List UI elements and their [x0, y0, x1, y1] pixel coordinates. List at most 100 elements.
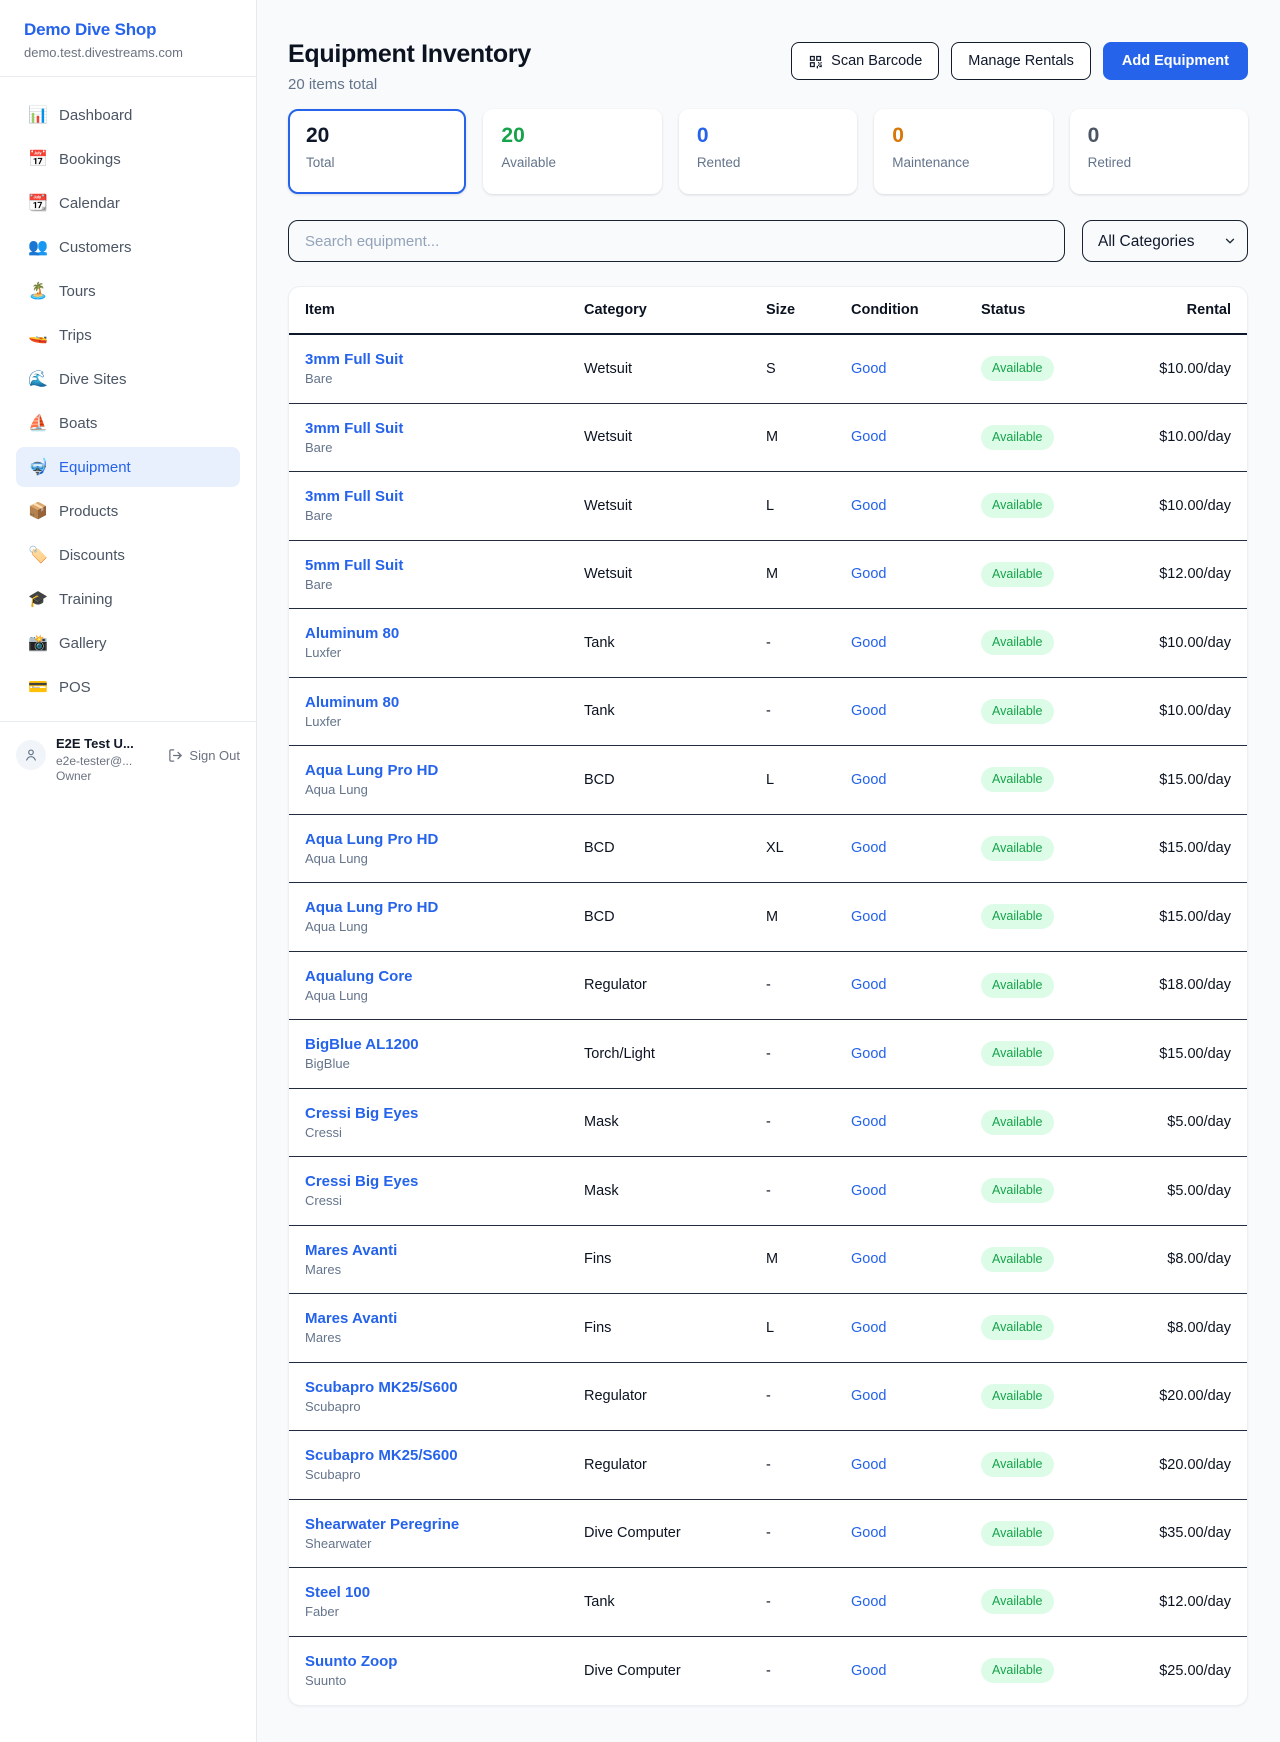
sidebar-item-label: Dive Sites: [59, 371, 127, 388]
tours-icon: 🏝️: [28, 281, 48, 301]
item-brand: Scubapro: [305, 1467, 584, 1482]
item-brand: Bare: [305, 440, 584, 455]
condition-link[interactable]: Good: [851, 772, 981, 788]
sidebar-item-pos[interactable]: 💳 POS: [16, 667, 240, 707]
item-cell: Mares Avanti Mares: [305, 1310, 584, 1345]
condition-link[interactable]: Good: [851, 498, 981, 514]
condition-link[interactable]: Good: [851, 1114, 981, 1130]
item-name-link[interactable]: Shearwater Peregrine: [305, 1516, 584, 1533]
stat-label: Maintenance: [892, 155, 1034, 170]
table-row: Cressi Big Eyes Cressi Mask - Good Avail…: [289, 1089, 1247, 1158]
condition-link[interactable]: Good: [851, 977, 981, 993]
scan-barcode-label: Scan Barcode: [831, 53, 922, 69]
gallery-icon: 📸: [28, 633, 48, 653]
stat-value: 0: [697, 124, 839, 148]
sidebar-item-products[interactable]: 📦 Products: [16, 491, 240, 531]
stat-card[interactable]: 20 Available: [483, 109, 661, 194]
user-meta: E2E Test U... e2e-tester@... Owner: [56, 736, 134, 784]
condition-link[interactable]: Good: [851, 1663, 981, 1679]
item-cell: Aluminum 80 Luxfer: [305, 694, 584, 729]
item-name-link[interactable]: Steel 100: [305, 1584, 584, 1601]
condition-link[interactable]: Good: [851, 429, 981, 445]
item-name-link[interactable]: Aqua Lung Pro HD: [305, 899, 584, 916]
condition-link[interactable]: Good: [851, 1046, 981, 1062]
condition-link[interactable]: Good: [851, 1251, 981, 1267]
item-brand: Bare: [305, 508, 584, 523]
category-cell: BCD: [584, 772, 766, 788]
item-name-link[interactable]: 3mm Full Suit: [305, 488, 584, 505]
item-name-link[interactable]: Cressi Big Eyes: [305, 1173, 584, 1190]
category-cell: Fins: [584, 1320, 766, 1336]
condition-link[interactable]: Good: [851, 1525, 981, 1541]
sidebar-user-section: E2E Test U... e2e-tester@... Owner Sign …: [0, 721, 256, 798]
item-name-link[interactable]: Aluminum 80: [305, 625, 584, 642]
sidebar-item-customers[interactable]: 👥 Customers: [16, 227, 240, 267]
item-name-link[interactable]: 5mm Full Suit: [305, 557, 584, 574]
user-email: e2e-tester@...: [56, 754, 134, 769]
sidebar-item-label: Dashboard: [59, 107, 132, 124]
stat-value: 20: [306, 124, 448, 148]
stat-card[interactable]: 0 Maintenance: [874, 109, 1052, 194]
item-name-link[interactable]: 3mm Full Suit: [305, 351, 584, 368]
search-input[interactable]: [288, 220, 1065, 262]
item-name-link[interactable]: BigBlue AL1200: [305, 1036, 584, 1053]
item-name-link[interactable]: Suunto Zoop: [305, 1653, 584, 1670]
sidebar-item-bookings[interactable]: 📅 Bookings: [16, 139, 240, 179]
sidebar-item-equipment[interactable]: 🤿 Equipment: [16, 447, 240, 487]
sidebar-item-label: POS: [59, 679, 91, 696]
table-row: Mares Avanti Mares Fins L Good Available…: [289, 1294, 1247, 1363]
category-select[interactable]: All Categories: [1082, 220, 1248, 262]
products-icon: 📦: [28, 501, 48, 521]
condition-link[interactable]: Good: [851, 909, 981, 925]
condition-link[interactable]: Good: [851, 1183, 981, 1199]
stat-card[interactable]: 0 Rented: [679, 109, 857, 194]
size-cell: M: [766, 429, 851, 445]
item-name-link[interactable]: Aqua Lung Pro HD: [305, 831, 584, 848]
condition-link[interactable]: Good: [851, 703, 981, 719]
size-cell: L: [766, 1320, 851, 1336]
sidebar-item-label: Training: [59, 591, 113, 608]
status-cell: Available: [981, 1521, 1141, 1546]
sidebar-item-calendar[interactable]: 📆 Calendar: [16, 183, 240, 223]
item-name-link[interactable]: Mares Avanti: [305, 1310, 584, 1327]
sign-out-button[interactable]: Sign Out: [168, 736, 240, 763]
item-name-link[interactable]: Aqualung Core: [305, 968, 584, 985]
stat-card[interactable]: 0 Retired: [1070, 109, 1248, 194]
manage-rentals-button[interactable]: Manage Rentals: [951, 42, 1091, 80]
condition-link[interactable]: Good: [851, 840, 981, 856]
manage-rentals-label: Manage Rentals: [968, 53, 1074, 69]
stat-card[interactable]: 20 Total: [288, 109, 466, 194]
rental-rate: $15.00/day: [1141, 909, 1231, 925]
item-name-link[interactable]: Aqua Lung Pro HD: [305, 762, 584, 779]
sidebar-item-training[interactable]: 🎓 Training: [16, 579, 240, 619]
sidebar-item-dive-sites[interactable]: 🌊 Dive Sites: [16, 359, 240, 399]
status-cell: Available: [981, 493, 1141, 518]
table-body: 3mm Full Suit Bare Wetsuit S Good Availa…: [289, 335, 1247, 1705]
condition-link[interactable]: Good: [851, 566, 981, 582]
sidebar-item-trips[interactable]: 🚤 Trips: [16, 315, 240, 355]
condition-link[interactable]: Good: [851, 1457, 981, 1473]
condition-link[interactable]: Good: [851, 1594, 981, 1610]
item-name-link[interactable]: Aluminum 80: [305, 694, 584, 711]
item-brand: Cressi: [305, 1193, 584, 1208]
scan-barcode-button[interactable]: Scan Barcode: [791, 42, 939, 80]
item-name-link[interactable]: Scubapro MK25/S600: [305, 1447, 584, 1464]
condition-link[interactable]: Good: [851, 1388, 981, 1404]
item-name-link[interactable]: Cressi Big Eyes: [305, 1105, 584, 1122]
add-equipment-button[interactable]: Add Equipment: [1103, 42, 1248, 80]
sidebar-item-dashboard[interactable]: 📊 Dashboard: [16, 95, 240, 135]
sidebar-item-tours[interactable]: 🏝️ Tours: [16, 271, 240, 311]
item-name-link[interactable]: Mares Avanti: [305, 1242, 584, 1259]
condition-link[interactable]: Good: [851, 1320, 981, 1336]
sidebar-item-boats[interactable]: ⛵ Boats: [16, 403, 240, 443]
category-cell: BCD: [584, 909, 766, 925]
item-name-link[interactable]: 3mm Full Suit: [305, 420, 584, 437]
item-name-link[interactable]: Scubapro MK25/S600: [305, 1379, 584, 1396]
status-badge: Available: [981, 425, 1054, 450]
sidebar-item-discounts[interactable]: 🏷️ Discounts: [16, 535, 240, 575]
status-badge: Available: [981, 1452, 1054, 1477]
sidebar-item-gallery[interactable]: 📸 Gallery: [16, 623, 240, 663]
sidebar-item-label: Bookings: [59, 151, 121, 168]
condition-link[interactable]: Good: [851, 361, 981, 377]
condition-link[interactable]: Good: [851, 635, 981, 651]
